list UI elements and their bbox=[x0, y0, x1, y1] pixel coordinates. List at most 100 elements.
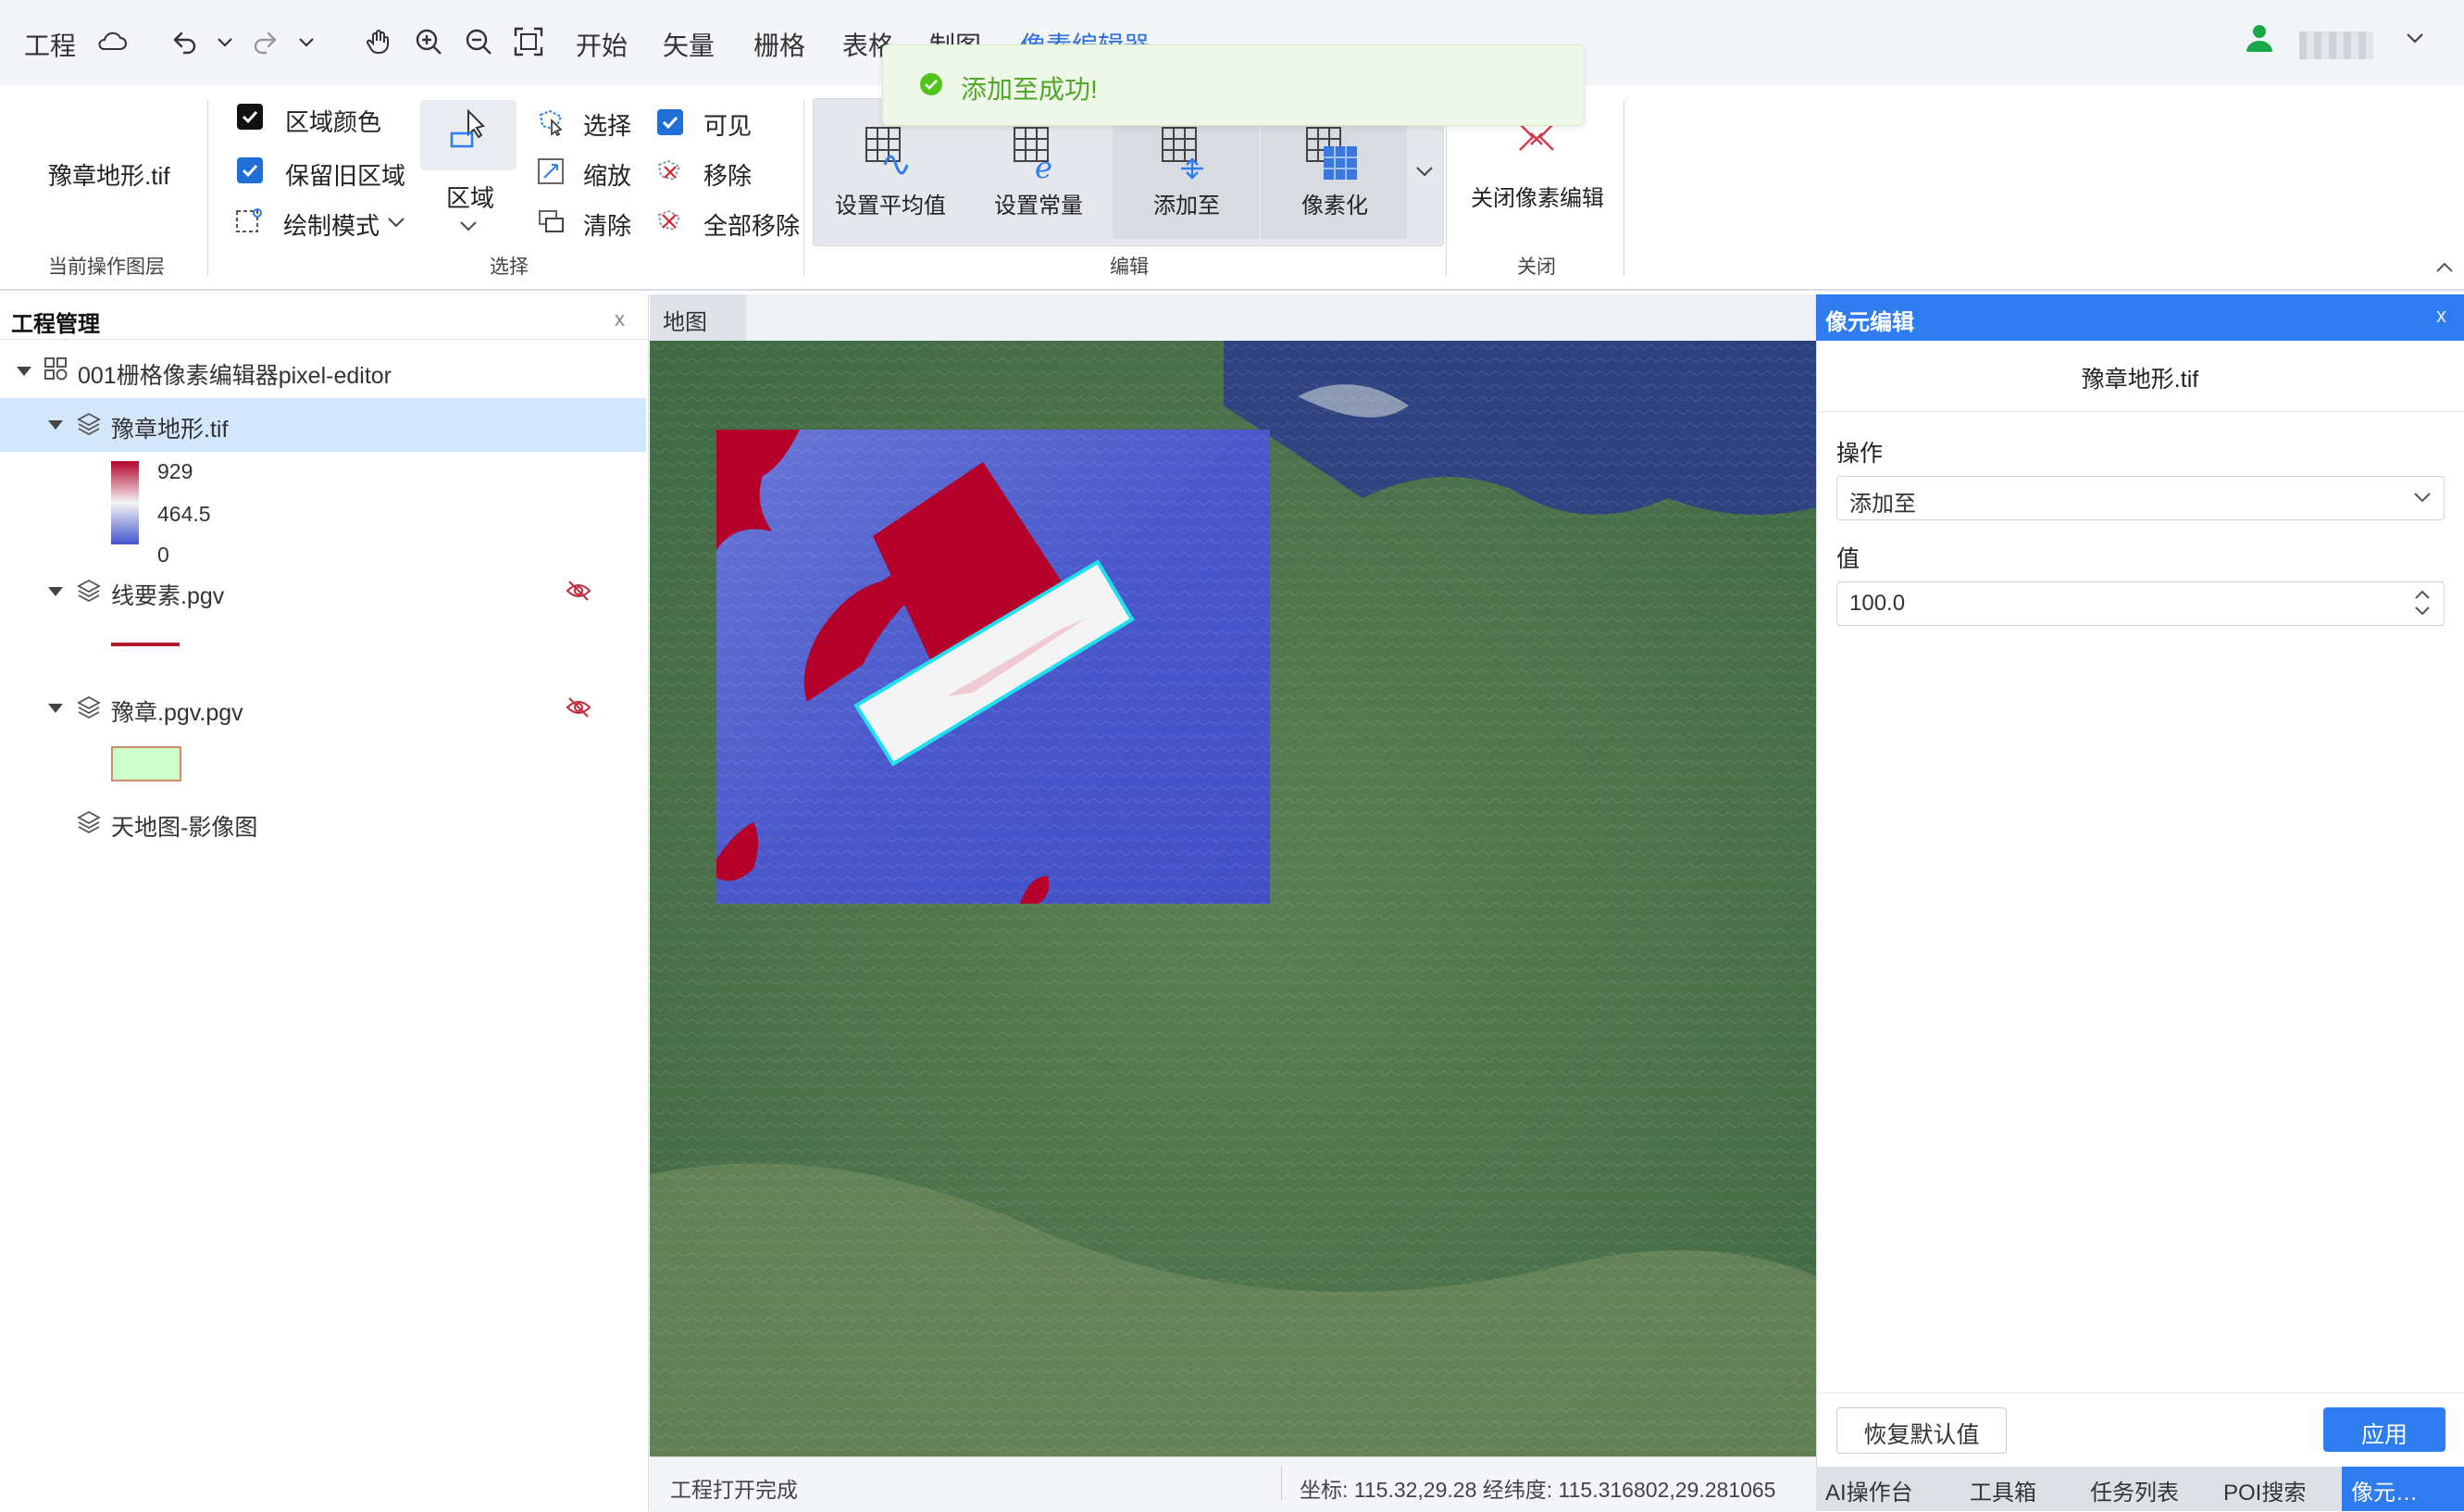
draw-mode-icon[interactable] bbox=[233, 206, 265, 237]
user-name-blurred bbox=[2299, 31, 2373, 59]
project-name[interactable]: 001栅格像素编辑器pixel-editor bbox=[78, 357, 392, 391]
zoom-out-icon[interactable] bbox=[461, 24, 496, 59]
zoom-label[interactable]: 缩放 bbox=[583, 157, 631, 192]
polygon-legend-swatch bbox=[111, 746, 181, 781]
menu-raster[interactable]: 栅格 bbox=[753, 26, 805, 63]
set-constant-icon[interactable]: e bbox=[1013, 126, 1063, 185]
set-mean-label[interactable]: 设置平均值 bbox=[824, 187, 957, 219]
undo-icon[interactable] bbox=[167, 24, 202, 59]
draw-mode-label[interactable]: 绘制模式 bbox=[283, 207, 380, 242]
ribbon-separator bbox=[1446, 100, 1447, 276]
map-canvas[interactable] bbox=[650, 341, 1816, 1456]
layer-name[interactable]: 线要素.pgv bbox=[111, 578, 224, 611]
add-to-label[interactable]: 添加至 bbox=[1122, 187, 1251, 219]
close-pixel-edit-label[interactable]: 关闭像素编辑 bbox=[1461, 180, 1614, 212]
undo-dropdown-icon[interactable] bbox=[207, 24, 243, 59]
set-mean-icon[interactable] bbox=[865, 126, 915, 181]
tab-poi-search-label[interactable]: POI搜索 bbox=[2223, 1474, 2306, 1506]
pixel-edit-panel-close-button[interactable]: x bbox=[2436, 304, 2446, 328]
clear-label[interactable]: 清除 bbox=[583, 207, 631, 242]
menu-start[interactable]: 开始 bbox=[576, 26, 628, 63]
success-toast: 添加至成功! bbox=[882, 44, 1585, 126]
edit-more-chevron-icon[interactable] bbox=[1409, 156, 1440, 187]
value-label: 值 bbox=[1836, 546, 1860, 572]
ribbon-separator bbox=[207, 100, 208, 276]
pan-hand-icon[interactable] bbox=[361, 24, 396, 59]
layer-name[interactable]: 豫章地形.tif bbox=[111, 411, 228, 444]
apply-button-label[interactable]: 应用 bbox=[2323, 1417, 2445, 1450]
region-select-icon[interactable] bbox=[448, 106, 492, 156]
region-button-label[interactable]: 区域 bbox=[446, 180, 494, 214]
project-icon bbox=[43, 356, 68, 381]
map-tab-bar bbox=[650, 294, 1816, 342]
clear-icon[interactable] bbox=[535, 206, 566, 237]
status-divider bbox=[1281, 1467, 1282, 1500]
layer-stack-icon bbox=[76, 411, 102, 437]
pixelate-label[interactable]: 像素化 bbox=[1270, 187, 1400, 219]
visible-label[interactable]: 可见 bbox=[703, 107, 752, 142]
user-avatar-icon[interactable] bbox=[2242, 20, 2277, 56]
expand-arrow-icon[interactable] bbox=[17, 367, 31, 376]
expand-arrow-icon[interactable] bbox=[48, 420, 63, 430]
eye-hidden-icon[interactable] bbox=[565, 578, 592, 604]
redo-icon[interactable] bbox=[248, 24, 283, 59]
expand-arrow-icon[interactable] bbox=[48, 704, 63, 713]
layer-name[interactable]: 豫章.pgv.pgv bbox=[111, 694, 243, 728]
keep-old-region-label[interactable]: 保留旧区域 bbox=[285, 157, 405, 192]
layer-stack-icon bbox=[76, 578, 102, 604]
edit-group-label: 编辑 bbox=[1110, 256, 1149, 278]
tab-task-list-label[interactable]: 任务列表 bbox=[2090, 1474, 2179, 1506]
map-svg[interactable] bbox=[650, 341, 1816, 1456]
project-panel-close-button[interactable]: x bbox=[615, 307, 625, 331]
ribbon-collapse-icon[interactable] bbox=[2434, 259, 2455, 281]
raster-legend-ramp bbox=[111, 461, 139, 544]
operation-select-value[interactable]: 添加至 bbox=[1849, 485, 1916, 518]
tab-pixel-edit-label[interactable]: 像元… bbox=[2351, 1474, 2418, 1506]
project-panel-title: 工程管理 bbox=[11, 312, 100, 337]
layer-name[interactable]: 天地图-影像图 bbox=[111, 809, 257, 843]
pixelate-icon[interactable] bbox=[1305, 126, 1361, 183]
value-input-text[interactable]: 100.0 bbox=[1849, 591, 1905, 617]
value-stepper-icon[interactable] bbox=[2408, 585, 2436, 620]
value-input[interactable] bbox=[1836, 581, 2445, 626]
pixel-edit-panel-title: 像元编辑 bbox=[1825, 310, 1914, 335]
visible-checkbox[interactable] bbox=[657, 109, 683, 135]
current-layer-group-label: 当前操作图层 bbox=[48, 256, 165, 278]
map-tab-label[interactable]: 地图 bbox=[663, 304, 707, 336]
redo-dropdown-icon[interactable] bbox=[289, 24, 324, 59]
tab-toolbox-label[interactable]: 工具箱 bbox=[1970, 1474, 2036, 1506]
set-constant-label[interactable]: 设置常量 bbox=[974, 187, 1103, 219]
select-label[interactable]: 选择 bbox=[583, 107, 631, 142]
project-menu[interactable]: 工程 bbox=[24, 26, 76, 63]
add-to-icon[interactable] bbox=[1161, 126, 1211, 183]
svg-text:e: e bbox=[1035, 150, 1052, 181]
line-legend-swatch bbox=[111, 643, 180, 646]
reset-default-button-label[interactable]: 恢复默认值 bbox=[1836, 1417, 2007, 1450]
divider bbox=[1816, 411, 2464, 412]
keep-old-region-checkbox[interactable] bbox=[237, 157, 263, 183]
region-chevron-icon[interactable] bbox=[454, 211, 485, 243]
success-check-icon bbox=[920, 73, 942, 95]
zoom-in-icon[interactable] bbox=[411, 24, 446, 59]
draw-mode-chevron-icon[interactable] bbox=[381, 207, 413, 239]
remove-label[interactable]: 移除 bbox=[703, 157, 752, 192]
user-dropdown-icon[interactable] bbox=[2397, 20, 2433, 56]
ribbon-separator bbox=[803, 100, 804, 276]
remove-icon[interactable] bbox=[653, 156, 685, 187]
tab-ai-console-label[interactable]: AI操作台 bbox=[1825, 1474, 1913, 1506]
expand-arrow-icon[interactable] bbox=[48, 587, 63, 596]
current-layer-name: 豫章地形.tif bbox=[48, 162, 170, 190]
remove-all-icon[interactable] bbox=[653, 206, 685, 237]
remove-all-label[interactable]: 全部移除 bbox=[703, 207, 800, 242]
region-color-label[interactable]: 区域颜色 bbox=[285, 104, 381, 138]
menu-vector[interactable]: 矢量 bbox=[663, 26, 715, 63]
operation-select[interactable] bbox=[1836, 476, 2445, 520]
region-color-swatch[interactable] bbox=[237, 104, 263, 130]
full-extent-icon[interactable] bbox=[511, 24, 546, 59]
zoom-to-region-icon[interactable] bbox=[535, 156, 566, 187]
select-icon[interactable] bbox=[535, 106, 566, 137]
cloud-icon[interactable] bbox=[94, 24, 130, 59]
eye-hidden-icon[interactable] bbox=[565, 694, 592, 720]
operation-chevron-icon[interactable] bbox=[2407, 481, 2438, 513]
toast-message: 添加至成功! bbox=[961, 75, 1098, 104]
